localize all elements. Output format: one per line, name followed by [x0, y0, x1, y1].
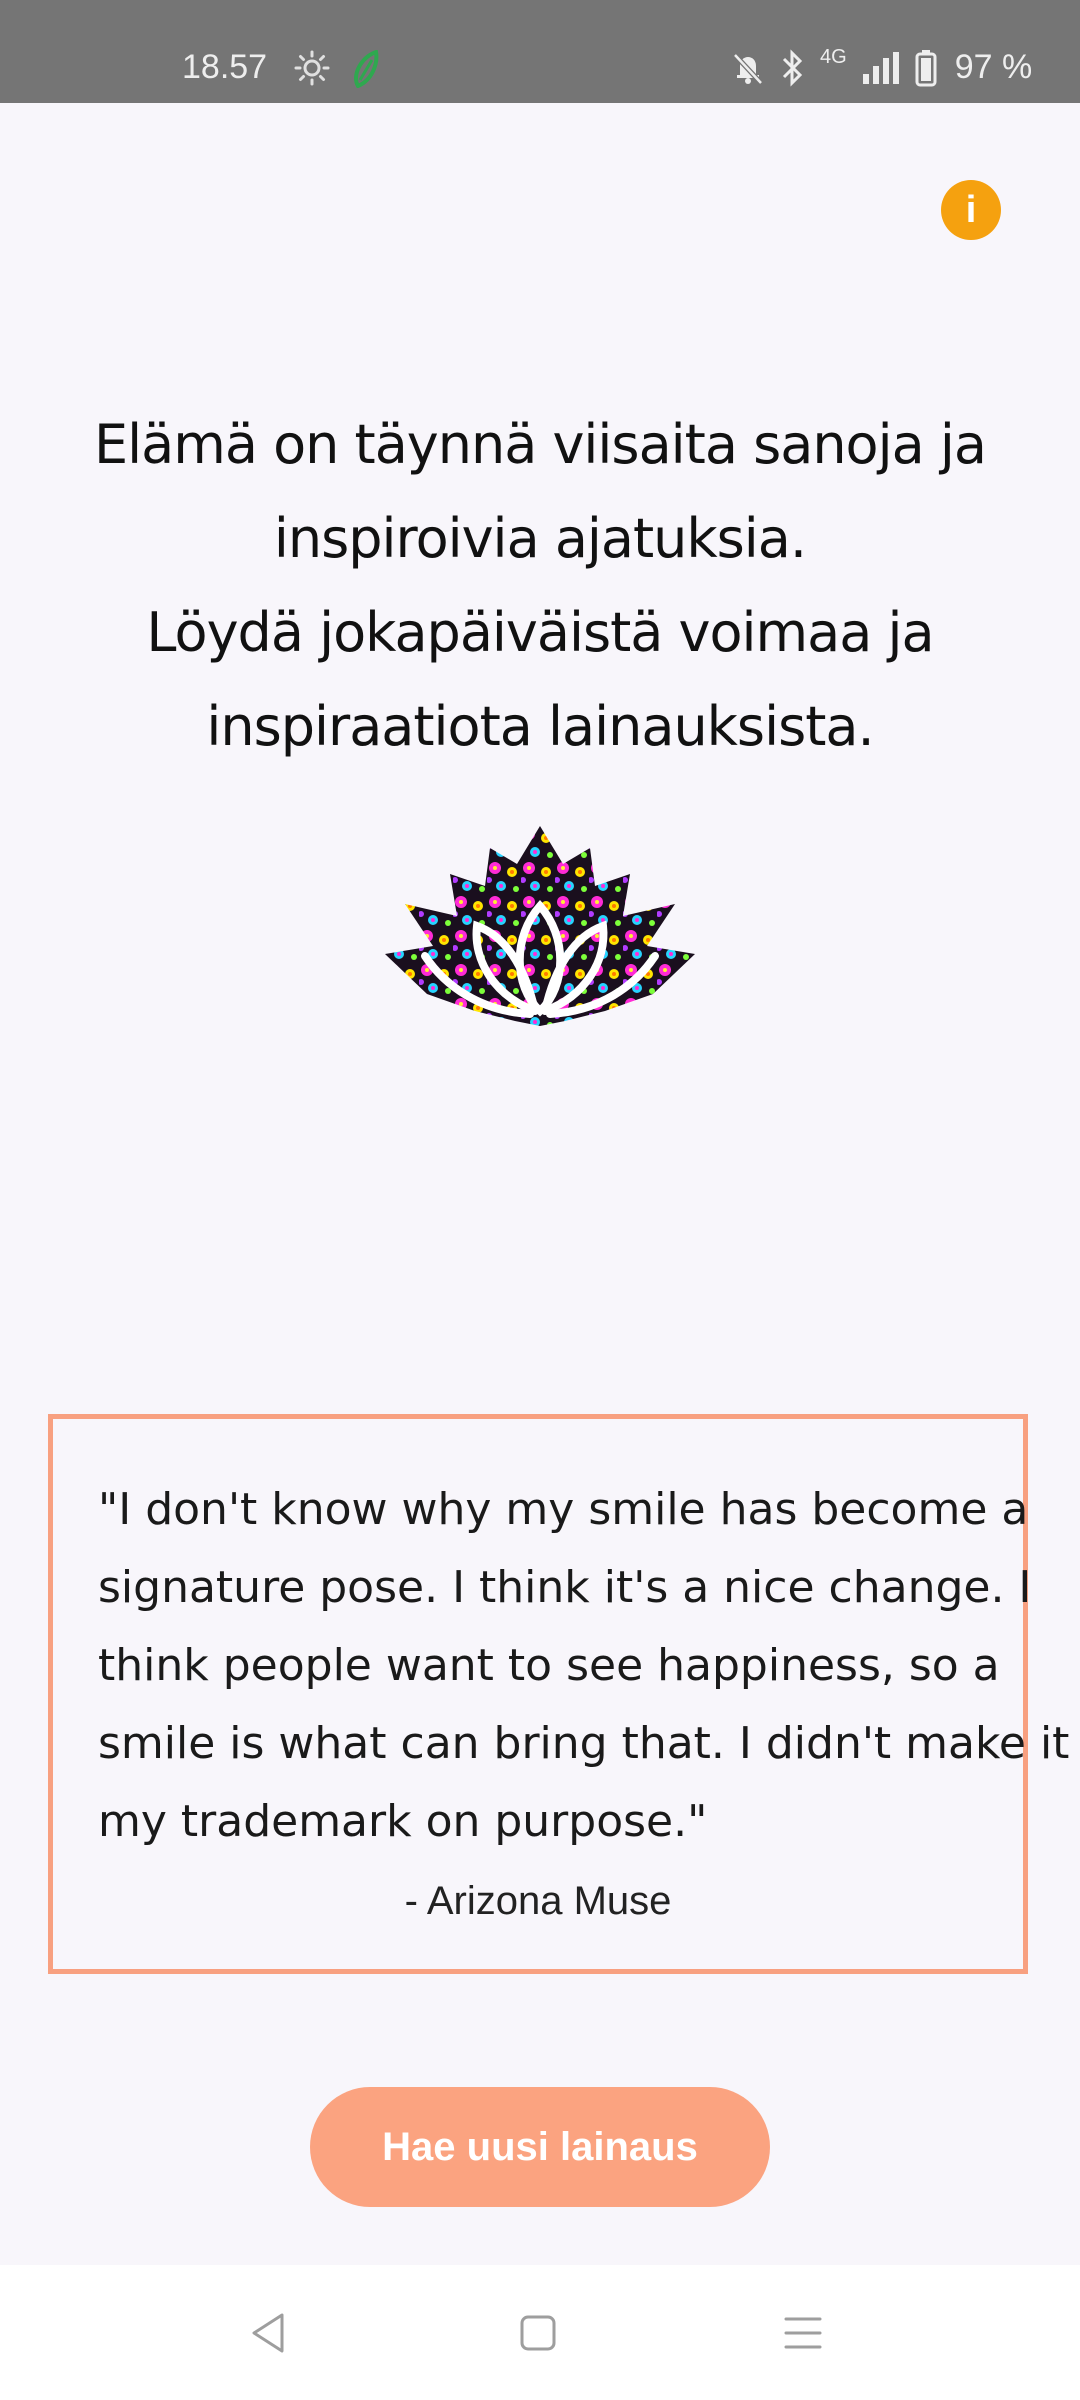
status-right-icons: 4G 97 % — [730, 46, 1033, 87]
quote-line: my trademark on purpose." — [98, 1796, 708, 1847]
status-time: 18.57 — [182, 48, 268, 86]
lotus-icon — [385, 826, 695, 1026]
home-icon[interactable] — [518, 2313, 558, 2353]
status-bar: 18.57 4G 97 % — [0, 0, 1080, 103]
recents-icon[interactable] — [782, 2313, 824, 2353]
headline-line: inspiroivia ajatuksia. — [273, 507, 807, 570]
quote-line: "I don't know why my smile has become a — [98, 1484, 1029, 1535]
headline-line: inspiraatiota lainauksista. — [206, 695, 874, 758]
quote-line: smile is what can bring that. I didn't m… — [98, 1718, 1070, 1769]
quote-card: "I don't know why my smile has become a … — [48, 1414, 1070, 1974]
quote-line: signature pose. I think it's a nice chan… — [98, 1562, 1032, 1613]
quote-author: - Arizona Muse — [404, 1879, 672, 1923]
navigation-bar — [0, 2265, 1080, 2400]
network-type: 4G — [820, 46, 847, 68]
headline-line: Elämä on täynnä viisaita sanoja ja — [94, 413, 987, 476]
new-quote-button[interactable]: Hae uusi lainaus — [310, 2087, 770, 2207]
quote-text: "I don't know why my smile has become a … — [98, 1471, 1070, 1861]
signal-icon — [862, 51, 899, 84]
headline-line: Löydä jokapäiväistä voimaa ja — [146, 601, 934, 664]
battery-percent: 97 % — [954, 48, 1033, 86]
mute-bell-icon — [733, 52, 763, 85]
bluetooth-icon — [782, 48, 803, 87]
back-icon[interactable] — [248, 2311, 288, 2355]
info-icon: i — [965, 189, 977, 231]
info-button[interactable]: i — [941, 180, 1001, 240]
quote-line: think people want to see happiness, so a — [98, 1640, 1000, 1691]
battery-icon — [915, 49, 937, 86]
leaf-icon — [354, 50, 379, 88]
intro-headline: Elämä on täynnä viisaita sanoja ja inspi… — [60, 398, 1020, 774]
sun-icon — [294, 50, 330, 86]
